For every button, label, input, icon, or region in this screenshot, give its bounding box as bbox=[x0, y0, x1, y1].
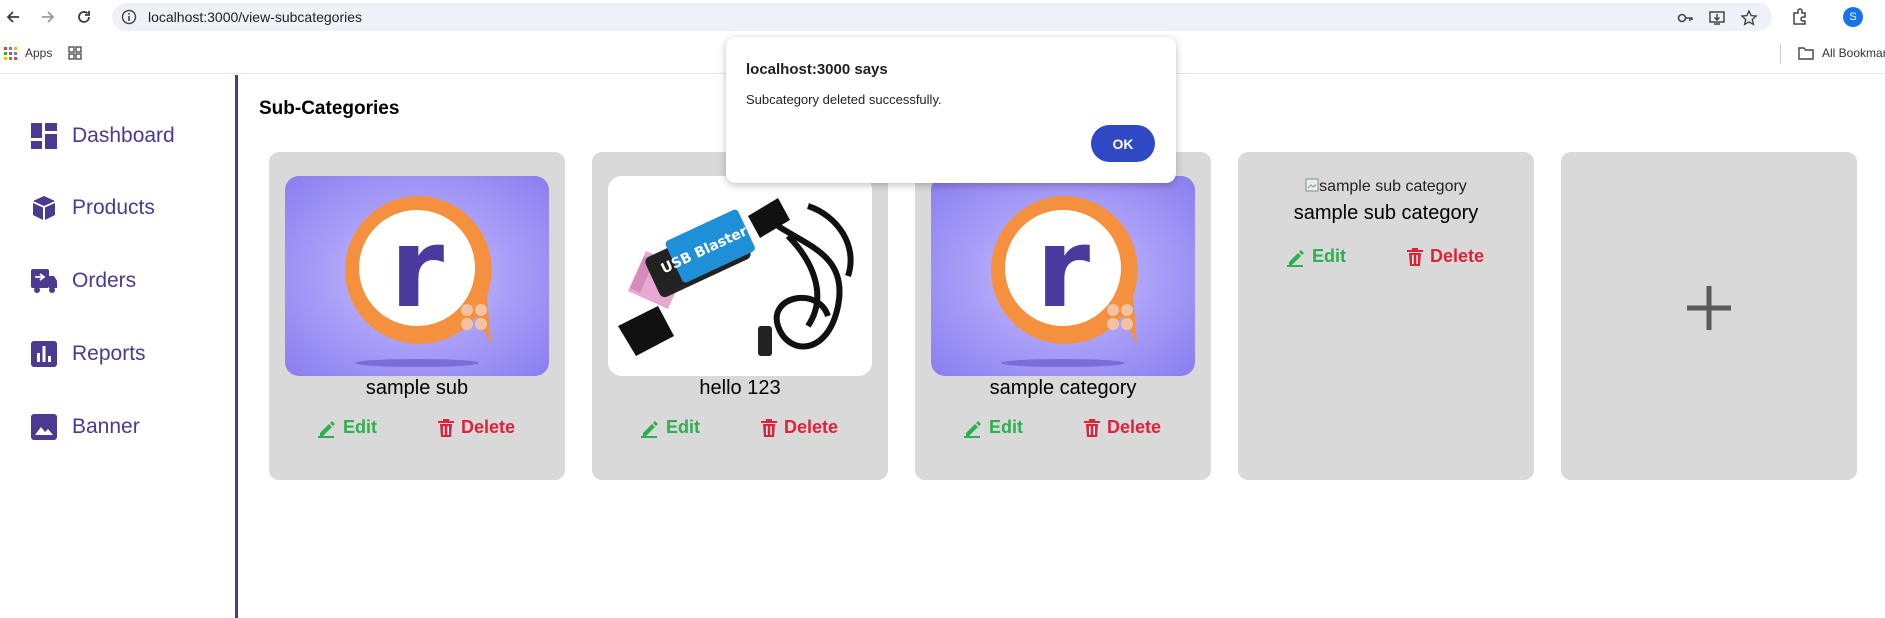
browser-toolbar: localhost:3000/view-subcategories S bbox=[0, 0, 1885, 34]
extensions-icon[interactable] bbox=[1790, 7, 1810, 27]
all-bookmarks-button[interactable]: All Bookmar bbox=[1798, 46, 1885, 60]
edit-label: Edit bbox=[989, 417, 1023, 437]
delete-label: Delete bbox=[1430, 246, 1485, 266]
box-icon bbox=[30, 194, 58, 222]
sidebar: Dashboard Products Orders Reports Banner bbox=[0, 75, 238, 618]
sidebar-item-banner[interactable]: Banner bbox=[30, 412, 140, 442]
apps-grid-icon bbox=[4, 46, 17, 60]
apps-bookmark[interactable]: Apps bbox=[4, 46, 52, 60]
edit-label: Edit bbox=[343, 417, 377, 437]
site-info-icon[interactable] bbox=[121, 9, 137, 25]
password-key-icon[interactable] bbox=[1676, 9, 1694, 27]
dialog-message: Subcategory deleted successfully. bbox=[746, 92, 942, 107]
sidebar-item-label: Orders bbox=[72, 269, 137, 292]
subcategory-name: sample category bbox=[989, 377, 1137, 399]
edit-button[interactable]: Edit bbox=[1286, 246, 1346, 267]
card-actions: Edit Delete bbox=[269, 417, 565, 445]
sidebar-item-orders[interactable]: Orders bbox=[30, 266, 136, 296]
sidebar-item-dashboard[interactable]: Dashboard bbox=[30, 121, 175, 151]
broken-image-placeholder: sample sub category bbox=[1238, 178, 1534, 196]
broken-image-icon bbox=[1305, 178, 1319, 192]
page-title: Sub-Categories bbox=[259, 98, 400, 119]
delete-label: Delete bbox=[461, 417, 516, 437]
card-actions: Edit Delete bbox=[1238, 246, 1534, 274]
card-actions: Edit Delete bbox=[592, 417, 888, 445]
delete-label: Delete bbox=[1107, 417, 1162, 437]
dialog-title: localhost:3000 says bbox=[746, 61, 888, 78]
subcategory-image: USB Blaster bbox=[608, 176, 872, 376]
address-bar[interactable]: localhost:3000/view-subcategories bbox=[112, 3, 1772, 31]
trash-icon bbox=[1084, 418, 1100, 437]
forward-icon[interactable] bbox=[38, 7, 58, 27]
subcategory-image: r bbox=[285, 176, 549, 376]
folder-icon bbox=[1798, 47, 1814, 60]
bookmark-star-icon[interactable] bbox=[1740, 9, 1758, 27]
svg-text:r: r bbox=[1036, 204, 1090, 332]
sidebar-item-label: Products bbox=[72, 196, 155, 219]
edit-button[interactable]: Edit bbox=[317, 417, 377, 438]
delete-button[interactable]: Delete bbox=[1083, 417, 1161, 438]
apps-label: Apps bbox=[25, 46, 53, 60]
pencil-icon bbox=[964, 420, 981, 438]
edit-label: Edit bbox=[666, 417, 700, 437]
subcategory-name: sample sub category bbox=[1293, 202, 1479, 224]
trash-icon bbox=[1407, 247, 1423, 266]
tab-groups-icon[interactable] bbox=[68, 46, 82, 60]
delete-label: Delete bbox=[784, 417, 839, 437]
orders-icon bbox=[30, 267, 58, 295]
alert-dialog: localhost:3000 says Subcategory deleted … bbox=[726, 37, 1176, 183]
bar-chart-icon bbox=[30, 340, 58, 368]
dashboard-icon bbox=[30, 122, 58, 150]
add-subcategory-card[interactable] bbox=[1561, 152, 1857, 480]
edit-button[interactable]: Edit bbox=[963, 417, 1023, 438]
subcategory-card: USB Blaster hello 123 Edit Delete bbox=[592, 152, 888, 480]
delete-button[interactable]: Delete bbox=[760, 417, 838, 438]
url-text: localhost:3000/view-subcategories bbox=[148, 9, 363, 25]
delete-button[interactable]: Delete bbox=[1406, 246, 1484, 267]
subcategory-card: r sample category Edit Delete bbox=[915, 152, 1211, 480]
delete-button[interactable]: Delete bbox=[437, 417, 515, 438]
subcategory-name: sample sub bbox=[365, 377, 469, 399]
reload-icon[interactable] bbox=[74, 7, 94, 27]
pencil-icon bbox=[1287, 249, 1304, 267]
plus-icon[interactable] bbox=[1685, 284, 1733, 332]
back-icon[interactable] bbox=[3, 7, 23, 27]
bookmarks-divider bbox=[1780, 44, 1781, 64]
profile-avatar[interactable]: S bbox=[1843, 7, 1863, 27]
sidebar-item-label: Banner bbox=[72, 415, 140, 438]
subcategory-image: r bbox=[931, 176, 1195, 376]
image-alt-text: sample sub category bbox=[1319, 178, 1467, 195]
subcategory-card: sample sub category sample sub category … bbox=[1238, 152, 1534, 480]
edit-label: Edit bbox=[1312, 246, 1346, 266]
pencil-icon bbox=[641, 420, 658, 438]
install-app-icon[interactable] bbox=[1708, 9, 1726, 27]
all-bookmarks-label: All Bookmar bbox=[1822, 46, 1885, 60]
sidebar-item-products[interactable]: Products bbox=[30, 193, 155, 223]
svg-text:r: r bbox=[390, 204, 444, 332]
ok-button[interactable]: OK bbox=[1091, 125, 1155, 162]
edit-button[interactable]: Edit bbox=[640, 417, 700, 438]
subcategory-name: hello 123 bbox=[699, 377, 781, 399]
trash-icon bbox=[438, 418, 454, 437]
image-icon bbox=[30, 413, 58, 441]
card-actions: Edit Delete bbox=[915, 417, 1211, 445]
sidebar-item-label: Reports bbox=[72, 342, 146, 365]
sidebar-item-reports[interactable]: Reports bbox=[30, 339, 146, 369]
subcategory-card: r sample sub Edit Delete bbox=[269, 152, 565, 480]
trash-icon bbox=[761, 418, 777, 437]
pencil-icon bbox=[318, 420, 335, 438]
sidebar-item-label: Dashboard bbox=[72, 124, 175, 147]
